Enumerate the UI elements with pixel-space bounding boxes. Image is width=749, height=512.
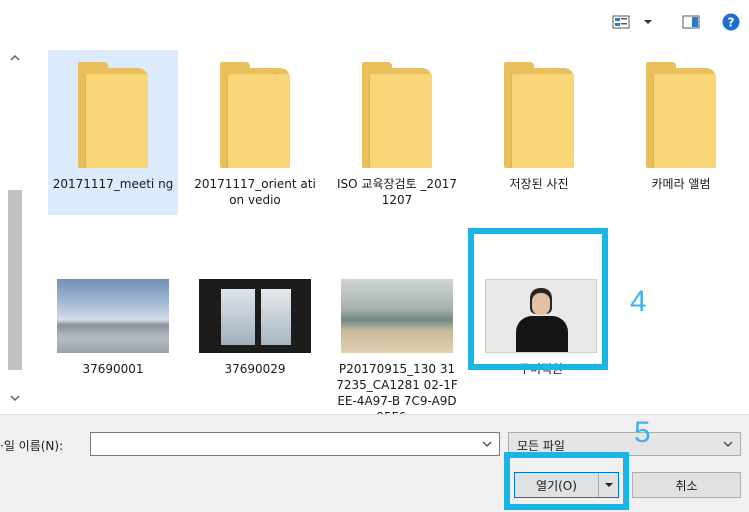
file-item-folder[interactable]: 저장된 사진	[474, 50, 604, 215]
file-label: ISO 교육장검토 _20171207	[337, 177, 457, 207]
cancel-button[interactable]: 취소	[632, 472, 741, 498]
view-options-icon[interactable]	[612, 13, 630, 31]
file-item-image[interactable]: P20170915_130 317235_CA1281 02-1FEE-4A97…	[332, 235, 462, 424]
filetype-chevron-down-icon	[722, 437, 734, 451]
scroll-up-chevron-icon[interactable]	[7, 50, 23, 66]
vertical-scrollbar[interactable]	[0, 42, 30, 414]
file-item-folder[interactable]: 20171117_meeti ng	[48, 50, 178, 215]
folder-icon	[504, 62, 574, 168]
file-item-folder[interactable]: 카메라 앨범	[616, 50, 746, 215]
file-grid: 20171117_meeti ng 20171117_orient ation …	[40, 50, 746, 424]
scrollbar-thumb[interactable]	[8, 190, 22, 370]
help-glyph: ?	[728, 16, 735, 30]
help-icon[interactable]: ?	[722, 13, 740, 31]
file-item-image[interactable]: 37690001	[48, 235, 178, 400]
image-thumbnail	[199, 279, 311, 353]
filename-chevron-down-icon[interactable]	[481, 437, 493, 451]
step-5-number: 5	[634, 416, 651, 449]
folder-icon	[78, 62, 148, 168]
file-label: 카메라 앨범	[651, 177, 711, 191]
file-label: 37690029	[224, 362, 286, 376]
step-4-highlight	[468, 228, 608, 370]
step-5-highlight	[504, 452, 629, 510]
filename-label: ·일 이름(N):	[0, 439, 64, 453]
view-dropdown-chevron-down-icon[interactable]	[642, 13, 654, 31]
file-label: 37690001	[82, 362, 144, 376]
filename-input[interactable]	[91, 433, 471, 455]
folder-icon	[646, 62, 716, 168]
toolbar: ?	[0, 0, 749, 42]
scroll-down-chevron-icon[interactable]	[7, 390, 23, 406]
file-label: 20171117_meeti ng	[52, 177, 174, 191]
file-item-folder[interactable]: ISO 교육장검토 _20171207	[332, 50, 462, 215]
step-4-number: 4	[630, 285, 647, 318]
filename-field[interactable]	[90, 432, 500, 456]
file-item-folder[interactable]: 20171117_orient ation vedio	[190, 50, 320, 215]
file-label: 20171117_orient ation vedio	[194, 177, 316, 207]
folder-icon	[362, 62, 432, 168]
file-label: 저장된 사진	[509, 177, 569, 191]
image-thumbnail	[341, 279, 453, 353]
file-item-image[interactable]: 37690029	[190, 235, 320, 400]
folder-icon	[220, 62, 290, 168]
preview-pane-icon[interactable]	[682, 13, 700, 31]
image-thumbnail	[57, 279, 169, 353]
